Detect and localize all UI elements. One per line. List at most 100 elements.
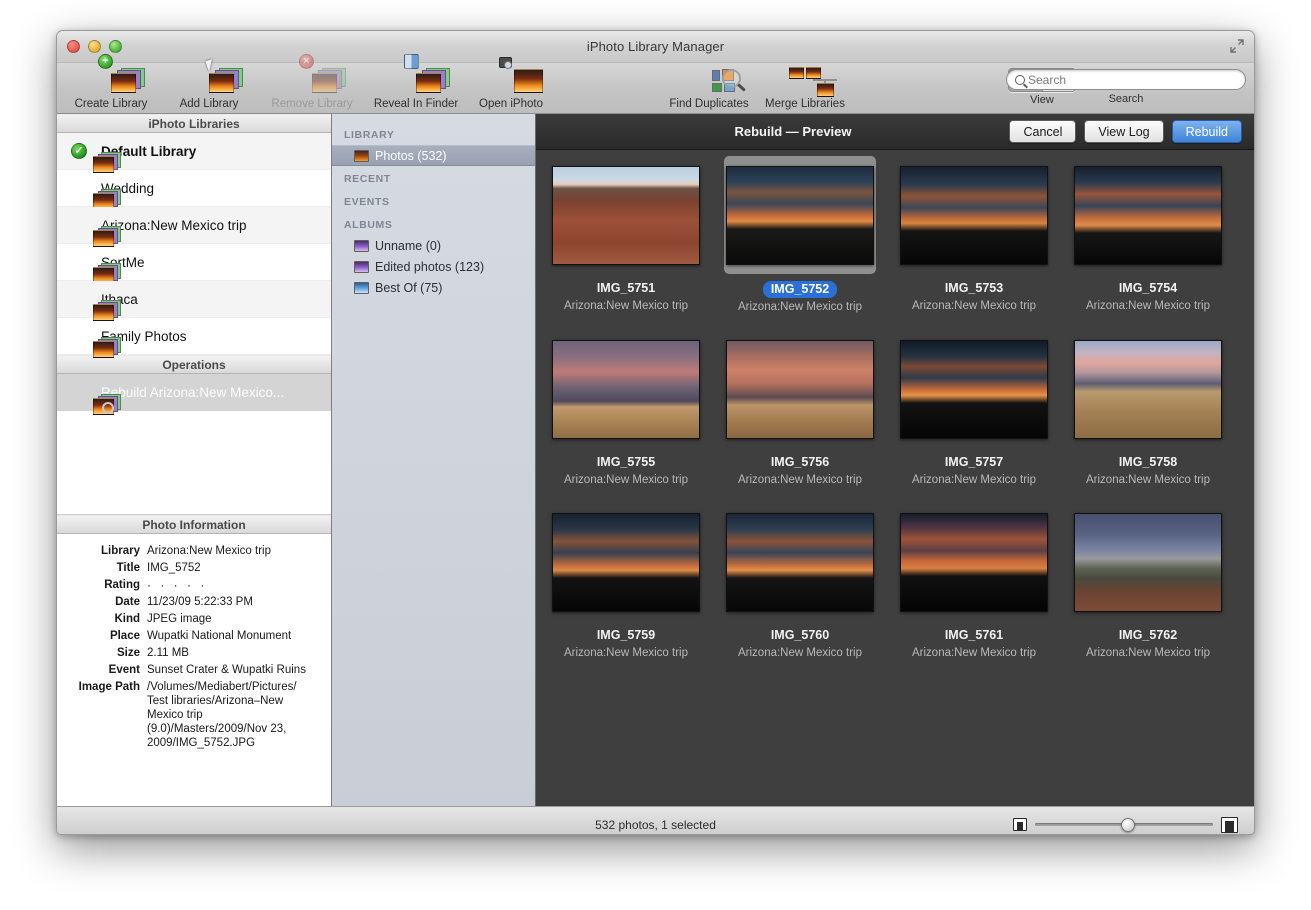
info-row-rating: Rating · · · · · [65,578,323,592]
main-toolbar: + Create Library Add Library × Remove Li… [57,63,1254,114]
search-input[interactable] [1025,73,1245,87]
operation-item-rebuild[interactable]: Rebuild Arizona:New Mexico... [57,374,331,411]
info-key: Kind [65,612,147,626]
info-row-title: Title IMG_5752 [65,561,323,575]
photo-thumbnail[interactable] [900,166,1048,265]
sidebar-item-ithaca[interactable]: Ithaca [57,281,331,318]
view-log-button[interactable]: View Log [1084,120,1163,143]
photo-grid-row: IMG_5755 Arizona:New Mexico trip IMG_575… [536,326,1254,487]
photo-thumbnail[interactable] [900,513,1048,612]
photo-cell[interactable]: IMG_5758 Arizona:New Mexico trip [1064,326,1232,487]
thumb-wrap[interactable] [724,503,876,621]
source-group-library: LIBRARY [332,122,535,145]
search-label: Search [1006,93,1246,105]
info-key: Rating [65,578,147,592]
search-box[interactable] [1006,69,1246,90]
photo-thumbnail[interactable] [552,340,700,439]
photo-thumbnail[interactable] [1074,340,1222,439]
slider-knob[interactable] [1121,818,1135,832]
photo-cell[interactable]: IMG_5755 Arizona:New Mexico trip [542,326,710,487]
source-group-albums: ALBUMS [332,212,535,235]
toolbar-create-library[interactable]: + Create Library [61,67,161,110]
thumb-wrap[interactable] [550,156,702,274]
operations-empty-area [57,411,331,515]
photo-name: IMG_5753 [945,281,1003,296]
photo-cell[interactable]: IMG_5756 Arizona:New Mexico trip [716,326,884,487]
photo-cell[interactable]: IMG_5751 Arizona:New Mexico trip [542,152,710,314]
photo-thumbnail[interactable] [552,166,700,265]
photo-thumbnail[interactable] [900,340,1048,439]
large-thumbnail-icon[interactable] [1221,817,1238,833]
info-value: /Volumes/Mediabert/Pictures/Test librari… [147,680,297,750]
info-row-image-path: Image Path /Volumes/Mediabert/Pictures/T… [65,680,323,750]
thumb-wrap[interactable] [550,503,702,621]
photo-thumbnail[interactable] [552,513,700,612]
photo-cell[interactable]: IMG_5760 Arizona:New Mexico trip [716,499,884,660]
source-item-edited-photos[interactable]: Edited photos (123) [332,256,535,277]
source-item-best-of[interactable]: Best Of (75) [332,277,535,298]
source-list: LIBRARY Photos (532) RECENT EVENTS ALBUM… [332,114,536,806]
photo-sublabel: Arizona:New Mexico trip [542,299,710,313]
thumb-wrap[interactable] [1072,503,1224,621]
photo-cell[interactable]: IMG_5759 Arizona:New Mexico trip [542,499,710,660]
photo-thumbnail[interactable] [1074,166,1222,265]
info-row-event: Event Sunset Crater & Wupatki Ruins [65,663,323,677]
thumb-wrap[interactable] [898,156,1050,274]
sidebar-item-family-photos[interactable]: Family Photos [57,318,331,355]
thumb-wrap-selected[interactable] [724,156,876,274]
photo-information-header: Photo Information [57,515,331,534]
thumb-wrap[interactable] [724,330,876,448]
toolbar-reveal-in-finder[interactable]: Reveal In Finder [357,67,475,110]
info-key: Date [65,595,147,609]
photo-name: IMG_5761 [945,628,1003,643]
cancel-button[interactable]: Cancel [1009,120,1076,143]
thumb-wrap[interactable] [1072,156,1224,274]
sidebar-item-arizona-new-mexico-trip[interactable]: Arizona:New Mexico trip [57,207,331,244]
toolbar-open-iphoto[interactable]: Open iPhoto [461,67,561,110]
photo-sublabel: Arizona:New Mexico trip [1064,646,1232,660]
info-key: Image Path [65,680,147,750]
photo-thumbnail[interactable] [726,166,874,265]
photo-name: IMG_5759 [597,628,655,643]
photo-sublabel: Arizona:New Mexico trip [890,473,1058,487]
info-value: 2.11 MB [147,646,189,660]
thumb-wrap[interactable] [898,503,1050,621]
info-key: Title [65,561,147,575]
source-item-unname[interactable]: Unname (0) [332,235,535,256]
info-value: IMG_5752 [147,561,201,575]
photo-thumbnail[interactable] [726,340,874,439]
info-value: Sunset Crater & Wupatki Ruins [147,663,306,677]
sidebar-item-wedding[interactable]: Wedding [57,170,331,207]
photo-sublabel: Arizona:New Mexico trip [716,300,884,314]
photo-cell[interactable]: IMG_5757 Arizona:New Mexico trip [890,326,1058,487]
thumb-wrap[interactable] [898,330,1050,448]
photo-thumbnail[interactable] [726,513,874,612]
sidebar-item-sortme[interactable]: SortMe [57,244,331,281]
fullscreen-icon[interactable] [1230,39,1244,53]
sidebar-item-default-library[interactable]: ✓ Default Library [57,133,331,170]
photo-sublabel: Arizona:New Mexico trip [890,299,1058,313]
photo-cell[interactable]: IMG_5762 Arizona:New Mexico trip [1064,499,1232,660]
photo-cell[interactable]: IMG_5754 Arizona:New Mexico trip [1064,152,1232,314]
info-key: Size [65,646,147,660]
photo-thumbnail[interactable] [1074,513,1222,612]
photo-sublabel: Arizona:New Mexico trip [1064,473,1232,487]
thumbnail-size-slider[interactable] [1035,818,1213,832]
photo-cell[interactable]: IMG_5752 Arizona:New Mexico trip [716,152,884,314]
toolbar-merge-libraries[interactable]: Merge Libraries [747,67,863,110]
toolbar-remove-library[interactable]: × Remove Library [253,67,371,110]
toolbar-add-library[interactable]: Add Library [159,67,259,110]
window-title: iPhoto Library Manager [57,39,1254,54]
source-item-photos[interactable]: Photos (532) [332,145,535,166]
info-row-size: Size 2.11 MB [65,646,323,660]
photo-cell[interactable]: IMG_5753 Arizona:New Mexico trip [890,152,1058,314]
source-group-recent: RECENT [332,166,535,189]
photo-grid-row: IMG_5751 Arizona:New Mexico trip IMG_575… [536,152,1254,314]
photo-cell[interactable]: IMG_5761 Arizona:New Mexico trip [890,499,1058,660]
thumb-wrap[interactable] [550,330,702,448]
photo-name: IMG_5755 [597,455,655,470]
thumb-wrap[interactable] [1072,330,1224,448]
small-thumbnail-icon[interactable] [1013,818,1027,831]
libraries-header: iPhoto Libraries [57,114,331,133]
rebuild-button[interactable]: Rebuild [1172,120,1242,143]
